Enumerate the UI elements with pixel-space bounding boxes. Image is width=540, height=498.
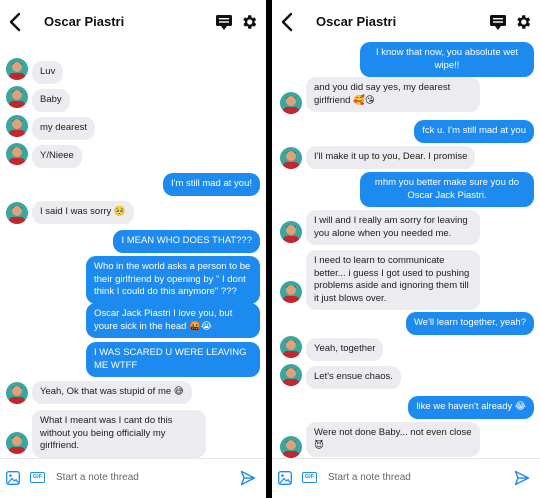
avatar xyxy=(280,336,302,358)
message-input[interactable]: Start a note thread xyxy=(56,472,139,483)
gear-icon[interactable] xyxy=(240,13,258,31)
avatar xyxy=(280,147,302,169)
avatar xyxy=(6,143,28,165)
send-icon[interactable] xyxy=(240,470,256,486)
message-list[interactable]: Luv Baby my dearest Y/Nieee I'm still ma… xyxy=(0,44,266,458)
image-icon[interactable] xyxy=(278,471,292,485)
avatar xyxy=(280,281,302,303)
message-bubble: I MEAN WHO DOES THAT??? xyxy=(113,230,260,253)
message-bubble: Yeah, Ok that was stupid of me 😅 xyxy=(32,381,192,404)
avatar xyxy=(280,364,302,386)
avatar xyxy=(280,436,302,458)
message-bubble: my dearest xyxy=(32,117,95,140)
conversation-header: Oscar Piastri xyxy=(272,0,540,44)
avatar xyxy=(280,221,302,243)
avatar xyxy=(6,202,28,224)
gif-icon[interactable]: GIF xyxy=(302,472,317,483)
message-bubble: I need to learn to communicate better...… xyxy=(306,250,480,310)
message-list[interactable]: I know that now, you absolute wet wipe!!… xyxy=(272,42,540,458)
message-bubble: Baby xyxy=(32,89,70,112)
message-bubble: We'll learn together, yeah? xyxy=(405,312,534,335)
message-bubble: Yeah, together xyxy=(306,338,384,361)
avatar xyxy=(6,432,28,454)
message-bubble: and you did say yes, my dearest girlfrie… xyxy=(306,77,480,112)
message-bubble: fck u. I'm still mad at you xyxy=(414,120,534,143)
message-input[interactable]: Start a note thread xyxy=(328,472,411,483)
gif-icon[interactable]: GIF xyxy=(30,472,45,483)
message-bubble: Were not done Baby... not even close 😈 xyxy=(306,422,480,457)
avatar xyxy=(6,86,28,108)
message-bubble: Oscar Jack Piastri I love you, but youre… xyxy=(86,303,260,338)
contact-name[interactable]: Oscar Piastri xyxy=(44,14,124,29)
message-bubble: Who in the world asks a person to be the… xyxy=(86,256,260,304)
message-bubble: mhm you better make sure you do Oscar Ja… xyxy=(360,172,534,207)
message-bubble: Y/Nieee xyxy=(32,145,82,168)
avatar xyxy=(6,382,28,404)
gear-icon[interactable] xyxy=(514,13,532,31)
message-bubble: I know that now, you absolute wet wipe!! xyxy=(360,42,534,77)
note-icon[interactable] xyxy=(215,13,233,31)
composer: GIF Start a note thread xyxy=(0,458,266,498)
conversation-header: Oscar Piastri xyxy=(0,0,266,44)
contact-name[interactable]: Oscar Piastri xyxy=(316,14,396,29)
image-icon[interactable] xyxy=(6,471,20,485)
message-bubble: I'm still mad at you! xyxy=(162,173,260,196)
conversation-panel-right: Oscar Piastri I know that now, you absol… xyxy=(272,0,540,498)
conversation-panel-left: Oscar Piastri Luv Baby my dearest Y/Niee… xyxy=(0,0,266,498)
message-bubble: I said I was sorry 🥺 xyxy=(32,201,134,224)
avatar xyxy=(280,92,302,114)
message-bubble: Luv xyxy=(32,61,64,84)
back-arrow-icon[interactable] xyxy=(6,11,26,33)
message-bubble: I will and I really am sorry for leaving… xyxy=(306,210,480,245)
avatar xyxy=(6,115,28,137)
note-icon[interactable] xyxy=(489,13,507,31)
message-bubble: like we haven't already 😂 xyxy=(408,396,534,419)
avatar xyxy=(6,58,28,80)
composer: GIF Start a note thread xyxy=(272,458,540,498)
send-icon[interactable] xyxy=(514,470,530,486)
message-bubble: Let's ensue chaos. xyxy=(306,366,401,389)
message-bubble: I WAS SCARED U WERE LEAVING ME WTFF xyxy=(86,342,260,377)
message-bubble: What I meant was I cant do this without … xyxy=(32,410,206,458)
back-arrow-icon[interactable] xyxy=(278,11,298,33)
message-bubble: I'll make it up to you, Dear. I promise xyxy=(306,146,476,169)
